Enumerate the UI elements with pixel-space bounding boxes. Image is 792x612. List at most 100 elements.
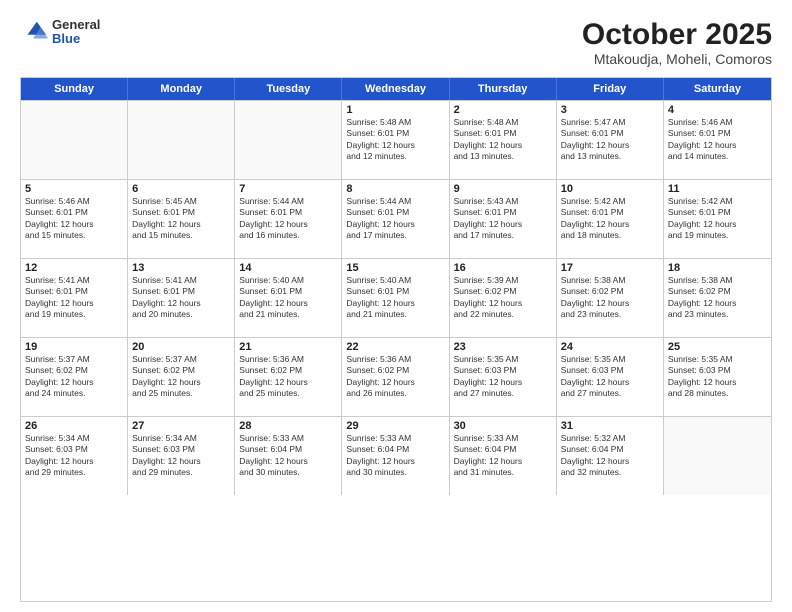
day-info: Sunrise: 5:33 AM Sunset: 6:04 PM Dayligh…: [454, 433, 552, 479]
day-info: Sunrise: 5:38 AM Sunset: 6:02 PM Dayligh…: [668, 275, 767, 321]
day-info: Sunrise: 5:36 AM Sunset: 6:02 PM Dayligh…: [346, 354, 444, 400]
day-of-week-header: Friday: [557, 78, 664, 100]
day-number: 9: [454, 183, 552, 195]
calendar-subtitle: Mtakoudja, Moheli, Comoros: [582, 51, 772, 67]
calendar-cell: 31Sunrise: 5:32 AM Sunset: 6:04 PM Dayli…: [557, 417, 664, 495]
day-info: Sunrise: 5:40 AM Sunset: 6:01 PM Dayligh…: [346, 275, 444, 321]
calendar-cell: 14Sunrise: 5:40 AM Sunset: 6:01 PM Dayli…: [235, 259, 342, 337]
calendar-cell: 17Sunrise: 5:38 AM Sunset: 6:02 PM Dayli…: [557, 259, 664, 337]
calendar-cell: 23Sunrise: 5:35 AM Sunset: 6:03 PM Dayli…: [450, 338, 557, 416]
calendar-cell: 5Sunrise: 5:46 AM Sunset: 6:01 PM Daylig…: [21, 180, 128, 258]
calendar-cell: 9Sunrise: 5:43 AM Sunset: 6:01 PM Daylig…: [450, 180, 557, 258]
day-info: Sunrise: 5:35 AM Sunset: 6:03 PM Dayligh…: [454, 354, 552, 400]
day-info: Sunrise: 5:44 AM Sunset: 6:01 PM Dayligh…: [346, 196, 444, 242]
day-number: 13: [132, 262, 230, 274]
day-info: Sunrise: 5:33 AM Sunset: 6:04 PM Dayligh…: [239, 433, 337, 479]
day-info: Sunrise: 5:40 AM Sunset: 6:01 PM Dayligh…: [239, 275, 337, 321]
title-block: October 2025 Mtakoudja, Moheli, Comoros: [582, 18, 772, 67]
logo-blue-text: Blue: [52, 32, 100, 46]
day-info: Sunrise: 5:34 AM Sunset: 6:03 PM Dayligh…: [132, 433, 230, 479]
day-number: 10: [561, 183, 659, 195]
calendar-cell: 13Sunrise: 5:41 AM Sunset: 6:01 PM Dayli…: [128, 259, 235, 337]
day-info: Sunrise: 5:35 AM Sunset: 6:03 PM Dayligh…: [561, 354, 659, 400]
calendar-cell: 20Sunrise: 5:37 AM Sunset: 6:02 PM Dayli…: [128, 338, 235, 416]
day-info: Sunrise: 5:34 AM Sunset: 6:03 PM Dayligh…: [25, 433, 123, 479]
day-info: Sunrise: 5:48 AM Sunset: 6:01 PM Dayligh…: [454, 117, 552, 163]
day-of-week-header: Wednesday: [342, 78, 449, 100]
day-number: 12: [25, 262, 123, 274]
calendar-cell: 11Sunrise: 5:42 AM Sunset: 6:01 PM Dayli…: [664, 180, 771, 258]
day-number: 26: [25, 420, 123, 432]
day-info: Sunrise: 5:32 AM Sunset: 6:04 PM Dayligh…: [561, 433, 659, 479]
day-info: Sunrise: 5:35 AM Sunset: 6:03 PM Dayligh…: [668, 354, 767, 400]
calendar-cell: 29Sunrise: 5:33 AM Sunset: 6:04 PM Dayli…: [342, 417, 449, 495]
calendar-cell: 1Sunrise: 5:48 AM Sunset: 6:01 PM Daylig…: [342, 101, 449, 179]
day-number: 27: [132, 420, 230, 432]
day-number: 4: [668, 104, 767, 116]
day-of-week-header: Tuesday: [235, 78, 342, 100]
calendar: SundayMondayTuesdayWednesdayThursdayFrid…: [20, 77, 772, 602]
day-info: Sunrise: 5:43 AM Sunset: 6:01 PM Dayligh…: [454, 196, 552, 242]
day-number: 2: [454, 104, 552, 116]
calendar-cell: 19Sunrise: 5:37 AM Sunset: 6:02 PM Dayli…: [21, 338, 128, 416]
day-info: Sunrise: 5:42 AM Sunset: 6:01 PM Dayligh…: [561, 196, 659, 242]
day-number: 8: [346, 183, 444, 195]
day-info: Sunrise: 5:44 AM Sunset: 6:01 PM Dayligh…: [239, 196, 337, 242]
day-info: Sunrise: 5:33 AM Sunset: 6:04 PM Dayligh…: [346, 433, 444, 479]
calendar-header-row: SundayMondayTuesdayWednesdayThursdayFrid…: [21, 78, 771, 100]
calendar-cell: 27Sunrise: 5:34 AM Sunset: 6:03 PM Dayli…: [128, 417, 235, 495]
day-number: 17: [561, 262, 659, 274]
day-info: Sunrise: 5:39 AM Sunset: 6:02 PM Dayligh…: [454, 275, 552, 321]
calendar-cell: [235, 101, 342, 179]
calendar-cell: 18Sunrise: 5:38 AM Sunset: 6:02 PM Dayli…: [664, 259, 771, 337]
day-number: 31: [561, 420, 659, 432]
day-number: 30: [454, 420, 552, 432]
calendar-cell: 28Sunrise: 5:33 AM Sunset: 6:04 PM Dayli…: [235, 417, 342, 495]
day-info: Sunrise: 5:41 AM Sunset: 6:01 PM Dayligh…: [132, 275, 230, 321]
day-info: Sunrise: 5:37 AM Sunset: 6:02 PM Dayligh…: [132, 354, 230, 400]
day-info: Sunrise: 5:45 AM Sunset: 6:01 PM Dayligh…: [132, 196, 230, 242]
calendar-cell: 30Sunrise: 5:33 AM Sunset: 6:04 PM Dayli…: [450, 417, 557, 495]
calendar-cell: [128, 101, 235, 179]
calendar-cell: 8Sunrise: 5:44 AM Sunset: 6:01 PM Daylig…: [342, 180, 449, 258]
day-info: Sunrise: 5:36 AM Sunset: 6:02 PM Dayligh…: [239, 354, 337, 400]
day-info: Sunrise: 5:37 AM Sunset: 6:02 PM Dayligh…: [25, 354, 123, 400]
calendar-cell: 7Sunrise: 5:44 AM Sunset: 6:01 PM Daylig…: [235, 180, 342, 258]
calendar-cell: 24Sunrise: 5:35 AM Sunset: 6:03 PM Dayli…: [557, 338, 664, 416]
day-number: 3: [561, 104, 659, 116]
day-number: 29: [346, 420, 444, 432]
calendar-cell: [21, 101, 128, 179]
calendar-cell: 21Sunrise: 5:36 AM Sunset: 6:02 PM Dayli…: [235, 338, 342, 416]
day-info: Sunrise: 5:38 AM Sunset: 6:02 PM Dayligh…: [561, 275, 659, 321]
calendar-cell: 2Sunrise: 5:48 AM Sunset: 6:01 PM Daylig…: [450, 101, 557, 179]
logo-text: General Blue: [52, 18, 100, 47]
day-of-week-header: Thursday: [450, 78, 557, 100]
day-number: 23: [454, 341, 552, 353]
calendar-body: 1Sunrise: 5:48 AM Sunset: 6:01 PM Daylig…: [21, 100, 771, 495]
calendar-cell: 26Sunrise: 5:34 AM Sunset: 6:03 PM Dayli…: [21, 417, 128, 495]
calendar-cell: [664, 417, 771, 495]
calendar-cell: 16Sunrise: 5:39 AM Sunset: 6:02 PM Dayli…: [450, 259, 557, 337]
day-info: Sunrise: 5:46 AM Sunset: 6:01 PM Dayligh…: [25, 196, 123, 242]
calendar-cell: 6Sunrise: 5:45 AM Sunset: 6:01 PM Daylig…: [128, 180, 235, 258]
calendar-cell: 10Sunrise: 5:42 AM Sunset: 6:01 PM Dayli…: [557, 180, 664, 258]
page: General Blue October 2025 Mtakoudja, Moh…: [0, 0, 792, 612]
calendar-cell: 4Sunrise: 5:46 AM Sunset: 6:01 PM Daylig…: [664, 101, 771, 179]
day-number: 11: [668, 183, 767, 195]
calendar-week-row: 19Sunrise: 5:37 AM Sunset: 6:02 PM Dayli…: [21, 337, 771, 416]
header: General Blue October 2025 Mtakoudja, Moh…: [20, 18, 772, 67]
day-number: 5: [25, 183, 123, 195]
day-info: Sunrise: 5:47 AM Sunset: 6:01 PM Dayligh…: [561, 117, 659, 163]
day-number: 19: [25, 341, 123, 353]
calendar-week-row: 5Sunrise: 5:46 AM Sunset: 6:01 PM Daylig…: [21, 179, 771, 258]
calendar-week-row: 1Sunrise: 5:48 AM Sunset: 6:01 PM Daylig…: [21, 100, 771, 179]
logo-general-text: General: [52, 18, 100, 32]
day-number: 22: [346, 341, 444, 353]
day-number: 28: [239, 420, 337, 432]
calendar-cell: 12Sunrise: 5:41 AM Sunset: 6:01 PM Dayli…: [21, 259, 128, 337]
calendar-cell: 15Sunrise: 5:40 AM Sunset: 6:01 PM Dayli…: [342, 259, 449, 337]
day-number: 14: [239, 262, 337, 274]
day-number: 16: [454, 262, 552, 274]
day-info: Sunrise: 5:42 AM Sunset: 6:01 PM Dayligh…: [668, 196, 767, 242]
day-number: 25: [668, 341, 767, 353]
